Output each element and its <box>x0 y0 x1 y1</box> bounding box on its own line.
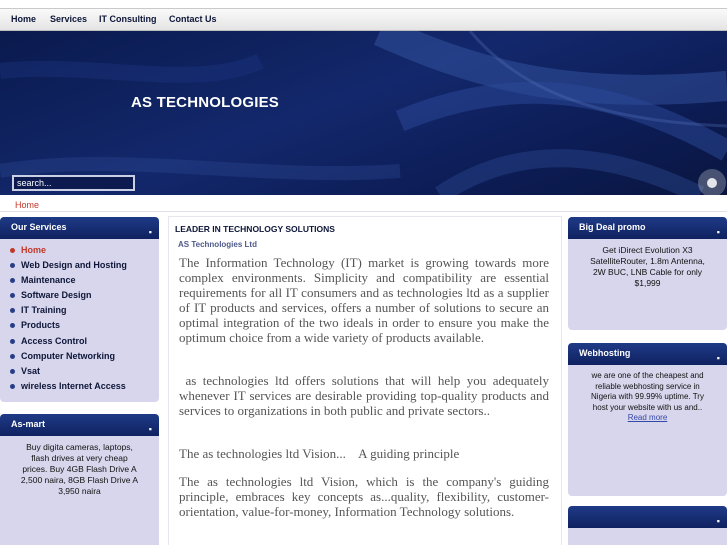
service-item-label: Home <box>21 245 47 255</box>
right-bottom-header: ▪ <box>568 506 727 528</box>
bullet-icon <box>10 353 15 359</box>
service-item-home[interactable]: Home <box>10 243 159 258</box>
webhosting-text: we are one of the cheapest and reliable … <box>568 365 727 424</box>
service-item-web-design[interactable]: Web Design and Hosting <box>10 258 159 273</box>
service-item-label: Software Design <box>21 290 92 301</box>
as-mart-text: Buy digita cameras, laptops, flash drive… <box>0 436 159 497</box>
webhosting-line: reliable webhosting service in <box>595 381 700 391</box>
service-item-label: Maintenance <box>21 275 76 286</box>
bullet-icon <box>10 278 15 284</box>
right-bottom-box: ▪ <box>568 506 727 545</box>
service-item-label: Products <box>21 320 61 331</box>
as-mart-header: As-mart ▪ <box>0 414 159 436</box>
header-dot-icon: ▪ <box>148 424 152 434</box>
service-item-software-design[interactable]: Software Design <box>10 288 159 303</box>
webhosting-line: we are one of the cheapest and <box>591 371 704 380</box>
service-item-maintenance[interactable]: Maintenance <box>10 273 159 288</box>
bullet-icon <box>10 263 15 269</box>
header-dot-icon: ▪ <box>148 227 152 237</box>
bullet-icon <box>10 248 15 253</box>
service-item-label: IT Training <box>21 305 67 316</box>
big-deal-line: Get iDirect Evolution X3 <box>602 245 693 255</box>
as-mart-title: As-mart <box>11 419 46 429</box>
breadcrumb-home[interactable]: Home <box>15 200 39 210</box>
top-navigation: Home Services IT Consulting Contact Us <box>0 8 727 31</box>
bullet-icon <box>10 323 15 329</box>
divider <box>0 211 727 212</box>
big-deal-line: 2W BUC, LNB Cable for only <box>592 267 703 277</box>
our-services-title: Our Services <box>11 222 67 232</box>
services-list: Home Web Design and Hosting Maintenance … <box>0 239 159 394</box>
main-content: LEADER IN TECHNOLOGY SOLUTIONS AS Techno… <box>168 216 562 545</box>
bullet-icon <box>10 383 15 389</box>
bullet-icon <box>10 293 15 299</box>
main-paragraph: The as technologies ltd Vision... A guid… <box>179 446 460 461</box>
main-text: The Information Technology (IT) market i… <box>179 255 549 519</box>
service-item-label: Web Design and Hosting <box>21 260 127 271</box>
nav-home[interactable]: Home <box>11 14 36 24</box>
nav-services[interactable]: Services <box>50 14 87 24</box>
webhosting-title: Webhosting <box>579 348 631 358</box>
service-item-networking[interactable]: Computer Networking <box>10 349 159 364</box>
as-mart-line: 2,500 naira, 8GB Flash Drive A <box>20 475 139 485</box>
bullet-icon <box>10 338 15 344</box>
webhosting-box: Webhosting ▪ we are one of the cheapest … <box>568 343 727 496</box>
header-dot-icon: ▪ <box>716 353 720 363</box>
as-mart-line: Buy digita cameras, laptops, <box>26 442 133 452</box>
header-dot-icon: ▪ <box>716 227 720 237</box>
as-mart-line: prices. Buy 4GB Flash Drive A <box>22 464 137 474</box>
big-deal-line: SatelliteRouter, 1.8m Antenna, <box>590 256 705 266</box>
main-paragraph: The Information Technology (IT) market i… <box>179 255 549 345</box>
big-deal-box: Big Deal promo ▪ Get iDirect Evolution X… <box>568 217 727 330</box>
service-item-access-control[interactable]: Access Control <box>10 334 159 349</box>
big-deal-line: $1,999 <box>634 278 661 288</box>
big-deal-header: Big Deal promo ▪ <box>568 217 727 239</box>
as-mart-line: 3,950 naira <box>58 486 101 496</box>
main-paragraph: as technologies ltd offers solutions tha… <box>179 373 553 418</box>
bullet-icon <box>10 368 15 374</box>
nav-contact-us[interactable]: Contact Us <box>169 14 217 24</box>
read-more-link[interactable]: Read more <box>628 413 668 422</box>
header-banner: AS TECHNOLOGIES <box>0 31 727 195</box>
service-item-label: Computer Networking <box>21 350 116 361</box>
service-item-label: wireless Internet Access <box>21 380 126 391</box>
webhosting-line: host your website with us and.. <box>592 402 703 412</box>
banner-swirl-graphic <box>0 31 727 195</box>
big-deal-title: Big Deal promo <box>579 222 646 232</box>
main-subheading: AS Technologies Ltd <box>178 240 257 249</box>
nav-it-consulting[interactable]: IT Consulting <box>99 14 157 24</box>
webhosting-line: Nigeria with 99.99% uptime. Try <box>591 392 704 401</box>
service-item-label: Access Control <box>21 335 88 346</box>
as-mart-line: flash drives at very cheap <box>31 453 128 463</box>
main-paragraph: The as technologies ltd Vision, which is… <box>179 474 549 519</box>
our-services-header: Our Services ▪ <box>0 217 159 239</box>
header-dot-icon: ▪ <box>716 516 720 526</box>
bullet-icon <box>10 308 15 314</box>
main-heading: LEADER IN TECHNOLOGY SOLUTIONS <box>175 224 335 234</box>
search-input[interactable] <box>12 175 135 191</box>
service-item-products[interactable]: Products <box>10 318 159 333</box>
service-item-label: Vsat <box>21 365 41 376</box>
as-mart-box: As-mart ▪ Buy digita cameras, laptops, f… <box>0 414 159 545</box>
service-item-vsat[interactable]: Vsat <box>10 364 159 379</box>
service-item-wireless[interactable]: wireless Internet Access <box>10 379 159 394</box>
service-item-it-training[interactable]: IT Training <box>10 303 159 318</box>
our-services-box: Our Services ▪ Home Web Design and Hosti… <box>0 217 159 402</box>
big-deal-text: Get iDirect Evolution X3 SatelliteRouter… <box>568 239 727 289</box>
site-title: AS TECHNOLOGIES <box>131 94 280 111</box>
webhosting-header: Webhosting ▪ <box>568 343 727 365</box>
